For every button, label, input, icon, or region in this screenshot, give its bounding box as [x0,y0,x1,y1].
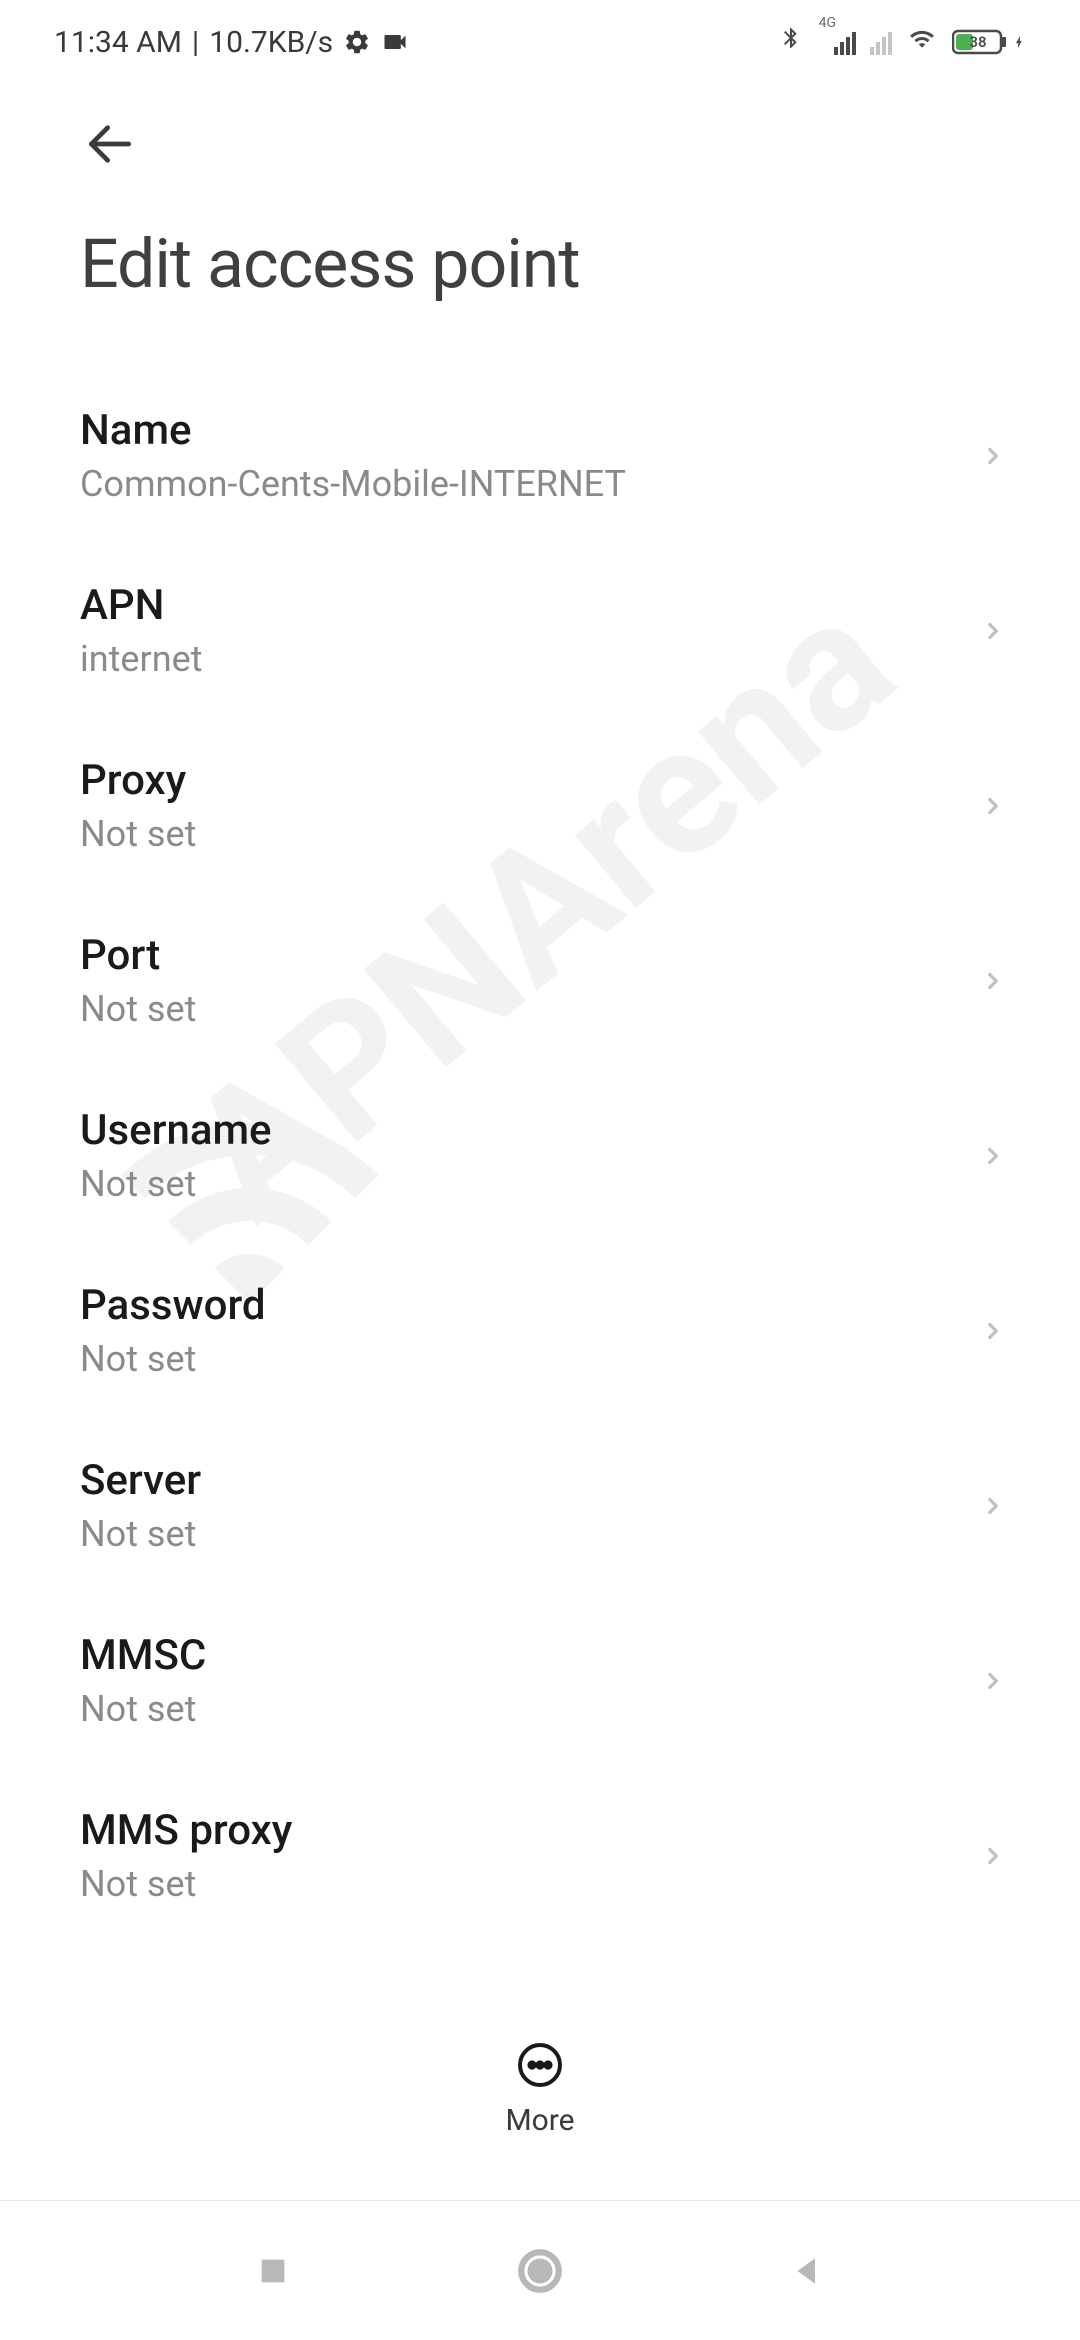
bottom-action-bar: More [0,2013,1080,2172]
setting-label: Server [80,1456,201,1505]
settings-list: Name Common-Cents-Mobile-INTERNET APN in… [0,328,1080,1943]
setting-server[interactable]: Server Not set [0,1418,1080,1593]
more-horizontal-icon [516,2041,564,2089]
square-icon [256,2254,290,2288]
status-net-speed: 10.7KB/s [209,25,333,60]
more-label: More [505,2103,574,2138]
status-separator: | [192,25,199,60]
setting-value: Not set [80,1163,272,1205]
arrow-left-icon [82,116,138,172]
charging-icon [1012,28,1026,56]
setting-proxy[interactable]: Proxy Not set [0,718,1080,893]
wifi-icon [906,25,938,60]
camera-icon [381,28,409,56]
chevron-right-icon [980,1668,1006,1694]
status-bar: 11:34 AM | 10.7KB/s 4G [0,0,1080,84]
setting-password[interactable]: Password Not set [0,1243,1080,1418]
signal-bars-icon [834,29,856,55]
nav-recent-button[interactable] [243,2241,303,2301]
chevron-right-icon [980,968,1006,994]
nav-back-button[interactable] [777,2241,837,2301]
circle-icon [515,2246,565,2296]
setting-apn[interactable]: APN internet [0,543,1080,718]
setting-port[interactable]: Port Not set [0,893,1080,1068]
setting-label: Password [80,1281,266,1330]
setting-value: Not set [80,813,196,855]
setting-value: Not set [80,1513,201,1555]
chevron-right-icon [980,793,1006,819]
setting-value: Not set [80,1688,206,1730]
gear-icon [343,28,371,56]
header: Edit access point [0,84,1080,328]
setting-value: Common-Cents-Mobile-INTERNET [80,463,626,505]
status-right: 4G 38 [779,23,1026,61]
network-type-label: 4G [819,15,836,31]
chevron-right-icon [980,618,1006,644]
nav-home-button[interactable] [510,2241,570,2301]
chevron-right-icon [980,1318,1006,1344]
chevron-right-icon [980,1843,1006,1869]
setting-username[interactable]: Username Not set [0,1068,1080,1243]
status-time: 11:34 AM [54,25,182,60]
setting-label: Name [80,406,626,455]
setting-value: internet [80,638,202,680]
nav-bar [0,2200,1080,2340]
back-button[interactable] [80,114,140,174]
setting-name[interactable]: Name Common-Cents-Mobile-INTERNET [0,368,1080,543]
page-title: Edit access point [80,224,1026,304]
signal-bars-secondary-icon [870,29,892,55]
battery-indicator: 38 [952,28,1026,56]
chevron-right-icon [980,1143,1006,1169]
setting-label: MMSC [80,1631,206,1680]
chevron-right-icon [980,1493,1006,1519]
setting-label: MMS proxy [80,1806,292,1855]
triangle-left-icon [788,2252,826,2290]
setting-label: Port [80,931,196,980]
status-left: 11:34 AM | 10.7KB/s [54,25,409,60]
bluetooth-icon [779,23,803,61]
chevron-right-icon [980,443,1006,469]
setting-mms-proxy[interactable]: MMS proxy Not set [0,1768,1080,1943]
setting-label: APN [80,581,202,630]
setting-value: Not set [80,1338,266,1380]
signal-1-group: 4G [817,29,856,55]
battery-level-text: 38 [969,33,986,51]
setting-label: Username [80,1106,272,1155]
setting-label: Proxy [80,756,196,805]
setting-value: Not set [80,988,196,1030]
setting-mmsc[interactable]: MMSC Not set [0,1593,1080,1768]
setting-value: Not set [80,1863,292,1905]
more-button[interactable] [516,2041,564,2089]
content-area: APNArena Edit access point Name Common-C… [0,84,1080,2040]
